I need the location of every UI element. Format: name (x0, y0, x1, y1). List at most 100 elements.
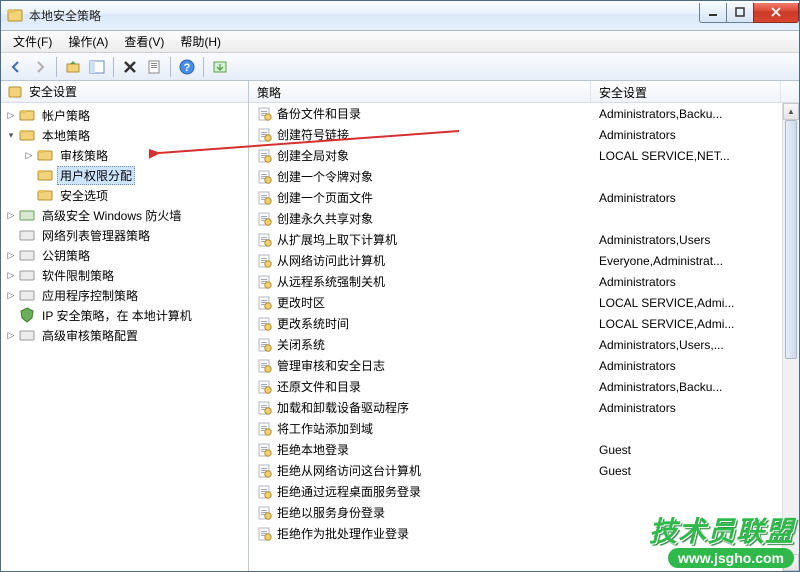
tree-item-software[interactable]: ▷ 软件限制策略 (1, 265, 248, 285)
list-row[interactable]: 创建一个令牌对象 (249, 166, 799, 187)
list-row[interactable]: 还原文件和目录Administrators,Backu... (249, 376, 799, 397)
minimize-button[interactable] (699, 3, 727, 23)
policy-name: 关闭系统 (277, 336, 599, 353)
expand-icon[interactable]: ▷ (5, 249, 17, 261)
policy-setting: Administrators (599, 275, 799, 289)
list-row[interactable]: 将工作站添加到域 (249, 418, 799, 439)
tree-item-firewall[interactable]: ▷高级安全 Windows 防火墙 (1, 205, 248, 225)
menu-help[interactable]: 帮助(H) (172, 31, 229, 52)
list-row[interactable]: 创建永久共享对象 (249, 208, 799, 229)
list-header: 策略 安全设置 (249, 81, 799, 103)
list-row[interactable]: 创建全局对象LOCAL SERVICE,NET... (249, 145, 799, 166)
properties-button[interactable] (143, 56, 165, 78)
column-policy[interactable]: 策略 (249, 81, 591, 102)
shield-icon (19, 307, 35, 323)
expand-icon[interactable]: ▷ (5, 109, 17, 121)
toolbar-separator (56, 57, 57, 77)
policy-icon (257, 190, 273, 206)
column-setting[interactable]: 安全设置 (591, 81, 781, 102)
policy-name: 管理审核和安全日志 (277, 357, 599, 374)
scroll-track[interactable] (783, 120, 799, 554)
window-title: 本地安全策略 (29, 7, 700, 24)
policy-setting: Guest (599, 464, 799, 478)
list-row[interactable]: 创建一个页面文件Administrators (249, 187, 799, 208)
policy-icon (257, 169, 273, 185)
list-row[interactable]: 创建符号链接Administrators (249, 124, 799, 145)
close-button[interactable] (753, 3, 799, 23)
tree: ▷ 帐户策略 ▾ 本地策略 ▷ 审核策略 (1, 103, 248, 347)
tree-item-netlist[interactable]: 网络列表管理器策略 (1, 225, 248, 245)
scroll-up-button[interactable]: ▲ (783, 103, 799, 120)
vertical-scrollbar[interactable]: ▲ ▼ (782, 103, 799, 571)
window-buttons (700, 3, 799, 23)
policy-setting: Administrators (599, 191, 799, 205)
up-button[interactable] (62, 56, 84, 78)
expand-icon[interactable]: ▷ (5, 329, 17, 341)
expand-icon[interactable]: ▷ (5, 289, 17, 301)
list-row[interactable]: 备份文件和目录Administrators,Backu... (249, 103, 799, 124)
list-row[interactable]: 从远程系统强制关机Administrators (249, 271, 799, 292)
policy-name: 从远程系统强制关机 (277, 273, 599, 290)
forward-button[interactable] (29, 56, 51, 78)
tree-item-advaudit[interactable]: ▷高级审核策略配置 (1, 325, 248, 345)
list-row[interactable]: 拒绝通过远程桌面服务登录 (249, 481, 799, 502)
help-button[interactable]: ? (176, 56, 198, 78)
tree-item-ipsec[interactable]: IP 安全策略，在 本地计算机 (1, 305, 248, 325)
back-button[interactable] (5, 56, 27, 78)
policy-name: 创建一个令牌对象 (277, 168, 599, 185)
tree-panel: 安全设置 ▷ 帐户策略 ▾ 本地策略 (1, 81, 249, 571)
tree-item-user-rights[interactable]: 用户权限分配 (19, 165, 248, 185)
scroll-thumb[interactable] (785, 120, 797, 359)
policy-name: 备份文件和目录 (277, 105, 599, 122)
spacer-icon (23, 169, 35, 181)
list-row[interactable]: 管理审核和安全日志Administrators (249, 355, 799, 376)
menu-action[interactable]: 操作(A) (60, 31, 116, 52)
policy-setting: Administrators,Backu... (599, 380, 799, 394)
menu-file[interactable]: 文件(F) (5, 31, 60, 52)
expand-icon[interactable]: ▷ (5, 269, 17, 281)
list-rows: 备份文件和目录Administrators,Backu...创建符号链接Admi… (249, 103, 799, 544)
tree-item-security-options[interactable]: 安全选项 (19, 185, 248, 205)
svg-text:?: ? (184, 62, 191, 74)
tree-item-account-policy[interactable]: ▷ 帐户策略 (1, 105, 248, 125)
list-row[interactable]: 拒绝本地登录Guest (249, 439, 799, 460)
spacer-icon (5, 309, 17, 321)
tree-header[interactable]: 安全设置 (1, 81, 248, 103)
list-row[interactable]: 从网络访问此计算机Everyone,Administrat... (249, 250, 799, 271)
policy-name: 加载和卸载设备驱动程序 (277, 399, 599, 416)
policy-icon (257, 337, 273, 353)
tree-label: 用户权限分配 (57, 166, 135, 185)
policy-name: 从网络访问此计算机 (277, 252, 599, 269)
tree-item-pubkey[interactable]: ▷ 公钥策略 (1, 245, 248, 265)
policy-name: 创建全局对象 (277, 147, 599, 164)
tree-label: 软件限制策略 (39, 267, 117, 284)
list-row[interactable]: 从扩展坞上取下计算机Administrators,Users (249, 229, 799, 250)
list-row[interactable]: 加载和卸载设备驱动程序Administrators (249, 397, 799, 418)
collapse-icon[interactable]: ▾ (5, 129, 17, 141)
show-hide-tree-button[interactable] (86, 56, 108, 78)
menu-view[interactable]: 查看(V) (116, 31, 172, 52)
expand-icon[interactable]: ▷ (23, 149, 35, 161)
titlebar[interactable]: 本地安全策略 (1, 1, 799, 31)
tree-label: 帐户策略 (39, 107, 93, 124)
maximize-button[interactable] (726, 3, 754, 23)
tree-root-label: 安全设置 (29, 83, 77, 100)
policy-icon (257, 421, 273, 437)
list-row[interactable]: 更改时区LOCAL SERVICE,Admi... (249, 292, 799, 313)
delete-button[interactable] (119, 56, 141, 78)
policy-name: 拒绝作为批处理作业登录 (277, 525, 599, 542)
list-row[interactable]: 拒绝从网络访问这台计算机Guest (249, 460, 799, 481)
tree-item-appctrl[interactable]: ▷应用程序控制策略 (1, 285, 248, 305)
tree-item-local-policy[interactable]: ▾ 本地策略 (1, 125, 248, 145)
export-button[interactable] (209, 56, 231, 78)
policy-name: 创建符号链接 (277, 126, 599, 143)
security-settings-icon (7, 84, 23, 100)
list-row[interactable]: 关闭系统Administrators,Users,... (249, 334, 799, 355)
tree-item-audit-policy[interactable]: ▷ 审核策略 (19, 145, 248, 165)
expand-icon[interactable]: ▷ (5, 209, 17, 221)
policy-icon (257, 484, 273, 500)
list-row[interactable]: 更改系统时间LOCAL SERVICE,Admi... (249, 313, 799, 334)
tree-label: 公钥策略 (39, 247, 93, 264)
policy-icon (257, 295, 273, 311)
policy-icon (257, 400, 273, 416)
